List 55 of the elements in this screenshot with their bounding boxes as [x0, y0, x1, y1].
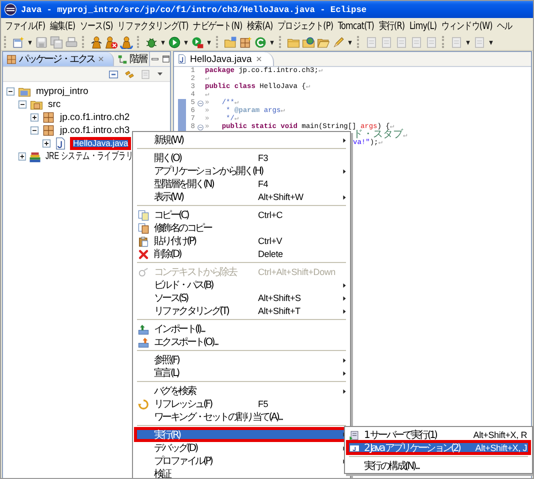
menu-item[interactable]: リファクタリング(T) Alt+Shift+T — [134, 304, 349, 317]
menu-bar-item[interactable]: 実行(R) — [376, 19, 408, 33]
menu-item[interactable]: 開く(O) F3 — [134, 151, 349, 164]
menu-bar-item[interactable]: ナビゲート(N) — [190, 19, 245, 33]
shortcut-text: Alt+Shift+X, R — [473, 430, 527, 440]
shortcut-text: Alt+Shift+T — [258, 306, 302, 316]
tree-item[interactable]: jp.co.f1.intro.ch2 — [58, 112, 132, 123]
menu-item[interactable]: 貼り付け(P) Ctrl+V — [134, 234, 349, 247]
menu-bar-item[interactable]: 検索(A) — [244, 19, 276, 33]
shortcut-text: Ctrl+V — [258, 236, 284, 246]
tree-item[interactable]: myproj_intro — [34, 86, 90, 97]
shortcut-text: Alt+Shift+S — [258, 293, 302, 303]
shortcut-text: F3 — [258, 153, 270, 163]
menu-bar-item[interactable]: Limy(L) — [407, 20, 439, 32]
menu-bar-item[interactable]: プロジェクト(P) — [275, 19, 336, 33]
menu-item[interactable]: 新規(W) — [134, 133, 349, 146]
menu-item[interactable]: インポート(I)... — [134, 322, 349, 335]
view-tab[interactable]: パッケージ・エクス — [3, 52, 114, 66]
menu-item[interactable]: バグを検索 — [134, 384, 349, 397]
tree-item[interactable]: src — [46, 99, 63, 110]
tree-item[interactable]: JRE システム・ライブラリ — [44, 151, 135, 162]
shortcut-text: Alt+Shift+X, J — [475, 442, 527, 452]
editor-tab[interactable]: HelloJava.java — [174, 52, 274, 66]
menu-item[interactable]: 2 Java アプリケーション(2) Alt+Shift+X, J — [346, 440, 531, 455]
menu-item[interactable]: 参照(F) — [134, 353, 349, 366]
window-title: Java - myproj_intro/src/jp/co/f1/intro/ch3/HelloJava.java - Eclipse — [21, 4, 367, 14]
menu-bar-item[interactable]: ヘル — [494, 19, 515, 33]
menu-item[interactable]: 型階層を開く(N) F4 — [134, 177, 349, 190]
shortcut-text: Alt+Shift+W — [258, 192, 304, 202]
menu-item[interactable]: リフレッシュ(F) F5 — [134, 397, 349, 410]
menu-bar-item[interactable]: 編集(E) — [47, 19, 78, 33]
view-tab[interactable]: 階層 — [114, 52, 150, 66]
menu-item[interactable]: コピー(C) Ctrl+C — [134, 208, 349, 221]
menu-item[interactable]: ソース(S) Alt+Shift+S — [134, 291, 349, 304]
tree-item[interactable]: jp.co.f1.intro.ch3 — [58, 125, 132, 136]
menu-bar-item[interactable]: ファイル(F) — [2, 19, 48, 33]
shortcut-text: F4 — [258, 179, 270, 189]
menu-item[interactable]: ワーキング・セットの割り当て(A)... — [134, 410, 349, 423]
shortcut-text: Ctrl+C — [258, 210, 284, 220]
menu-bar-item[interactable]: ソース(S) — [78, 19, 116, 33]
menu-item[interactable]: アプリケーションから開く(H) — [134, 164, 349, 177]
menu-item[interactable]: 表示(W) Alt+Shift+W — [134, 190, 349, 203]
shortcut-text: Ctrl+Alt+Shift+Down — [258, 267, 336, 277]
menu-item[interactable]: 実行の構成(N)... — [346, 459, 531, 472]
menu-bar-item[interactable]: Tomcat(T) — [335, 20, 376, 32]
menu-bar-item[interactable]: ウィンドウ(W) — [438, 19, 495, 33]
shortcut-text: Delete — [258, 249, 284, 259]
menu-item[interactable]: 宣言(L) — [134, 366, 349, 379]
menu-item[interactable]: 修飾名のコピー — [134, 221, 349, 234]
menu-item[interactable]: エクスポート(O)... — [134, 335, 349, 348]
menu-item[interactable]: 1 サーバーで実行(1) Alt+Shift+X, R — [346, 428, 531, 441]
menu-bar-item[interactable]: リファクタリング(T) — [115, 19, 191, 33]
menu-item[interactable]: ビルド・パス(B) — [134, 278, 349, 291]
shortcut-text: F5 — [258, 399, 270, 409]
menu-item[interactable]: 削除(D) Delete — [134, 247, 349, 260]
